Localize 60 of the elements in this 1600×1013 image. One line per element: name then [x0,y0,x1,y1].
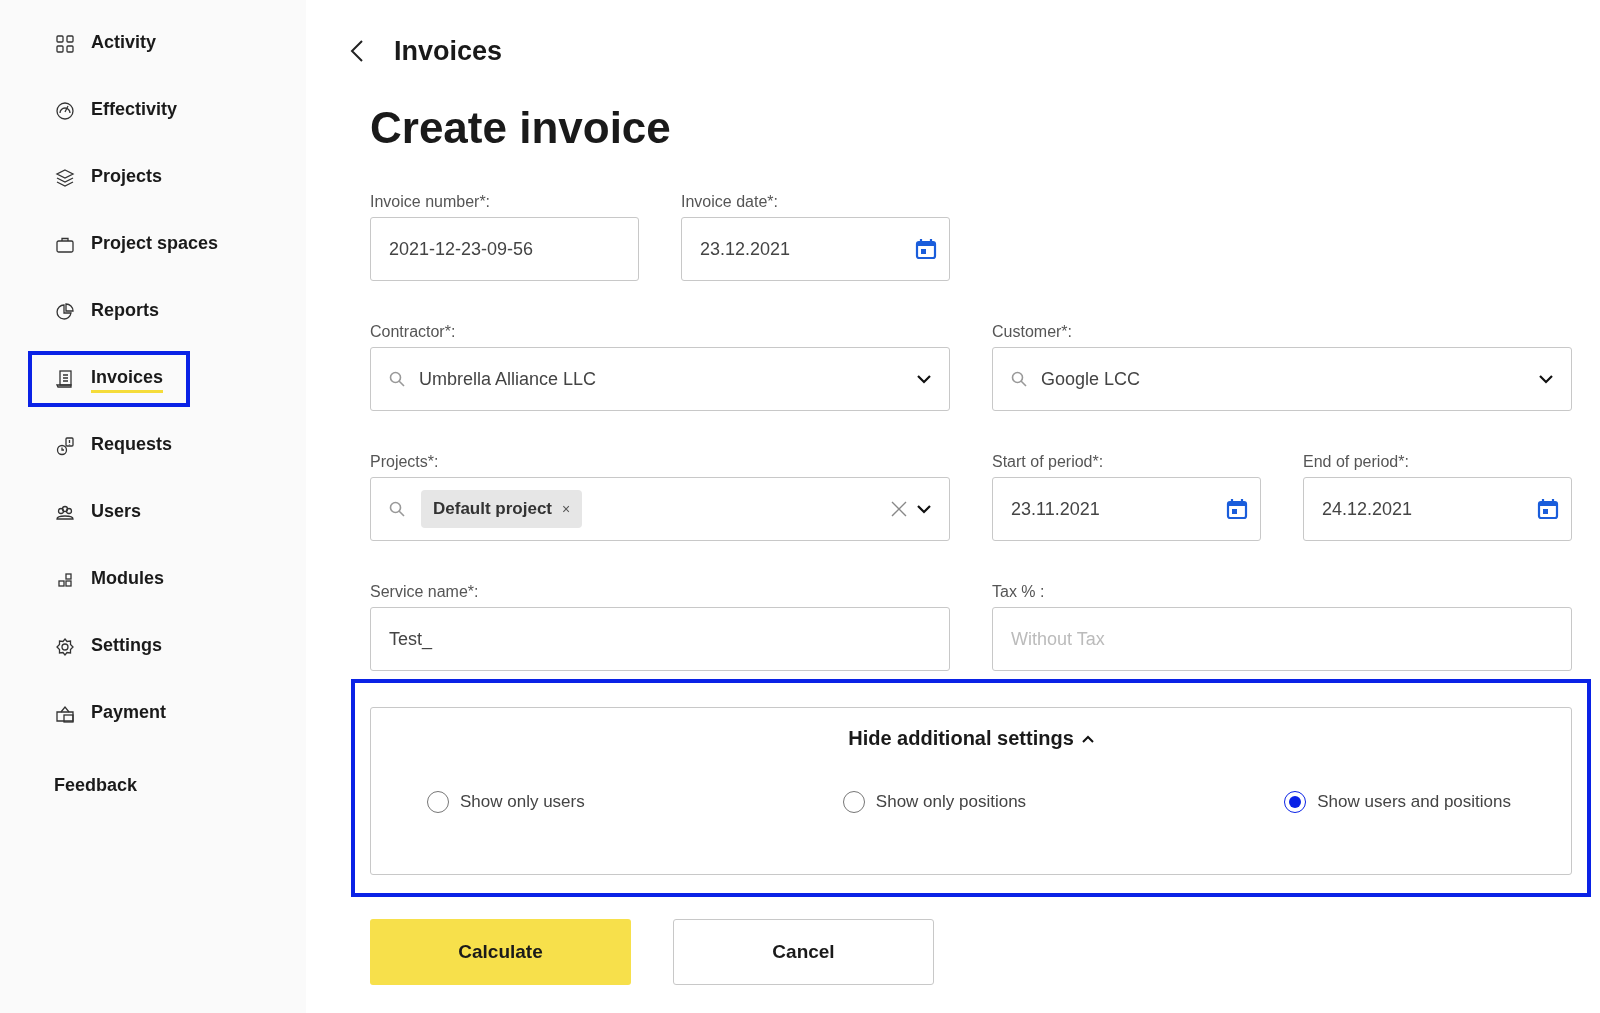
settings-toggle[interactable]: Hide additional settings [842,726,1100,751]
users-icon [55,503,75,523]
sidebar-item[interactable]: Activity [32,30,157,58]
page-header-title: Invoices [394,35,503,67]
chevron-down-icon[interactable] [1539,374,1553,384]
date-field[interactable]: 23.11.2021 [992,477,1261,541]
pie-chart-icon [55,302,75,322]
calendar-icon[interactable] [915,238,937,260]
cancel-button[interactable]: Cancel [673,919,934,985]
chevron-down-icon[interactable] [917,374,931,384]
field-label: Projects*: [370,453,440,471]
field-label: Service name*: [370,583,480,601]
grid-icon [55,34,75,54]
basket-icon [55,704,75,724]
select-field[interactable]: Umbrella Alliance LLC [370,347,950,411]
field-label: Invoice date*: [681,193,779,211]
field-label: Tax % : [992,583,1046,601]
chevron-down-icon[interactable] [917,504,931,514]
multiselect-field[interactable]: Default project × [370,477,950,541]
field-label: Start of period*: [992,453,1105,471]
field-label: Customer*: [992,323,1074,341]
gauge-icon [55,101,75,121]
remove-tag-button[interactable]: × [562,501,571,517]
field-label: Contractor*: [370,323,457,341]
sidebar-item[interactable]: Project spaces [32,231,219,259]
sidebar-item[interactable]: Projects [32,164,163,192]
input-field[interactable]: 2021-12-23-09-56 [370,217,639,281]
page-title: Create invoice [370,103,672,153]
radio-option[interactable]: Show only positions [842,791,1027,813]
search-icon [389,501,405,517]
document-icon [55,369,75,389]
search-icon [389,371,405,387]
date-field[interactable]: 23.12.2021 [681,217,950,281]
sidebar-item[interactable]: Reports [32,298,159,326]
calendar-icon[interactable] [1226,498,1248,520]
briefcase-icon [55,235,75,255]
clear-icon[interactable] [891,501,907,517]
field-label: End of period*: [1303,453,1410,471]
sidebar-item[interactable]: Settings [32,633,162,661]
select-field[interactable]: Google LCC [992,347,1572,411]
date-field[interactable]: 24.12.2021 [1303,477,1572,541]
layers-icon [55,168,75,188]
settings-icon [55,637,75,657]
field-label: Invoice number*: [370,193,492,211]
sidebar-item[interactable]: Effectivity [32,97,178,125]
sidebar-item[interactable]: Users [32,499,142,527]
calculate-button[interactable]: Calculate [370,919,631,985]
squares-icon [55,570,75,590]
sidebar-item[interactable]: Payment [32,700,167,728]
calendar-icon[interactable] [1537,498,1559,520]
chevron-up-icon [1081,734,1094,743]
sidebar-item[interactable]: Feedback [32,773,138,801]
search-icon [1011,371,1027,387]
clock-alert-icon [55,436,75,456]
radio-option[interactable]: Show users and positions [1284,791,1511,813]
input-field[interactable]: Test_ [370,607,950,671]
sidebar-item[interactable]: Modules [32,566,164,594]
radio-option[interactable]: Show only users [427,791,585,813]
project-tag: Default project × [421,490,583,528]
sidebar-item[interactable]: Requests [32,432,173,460]
